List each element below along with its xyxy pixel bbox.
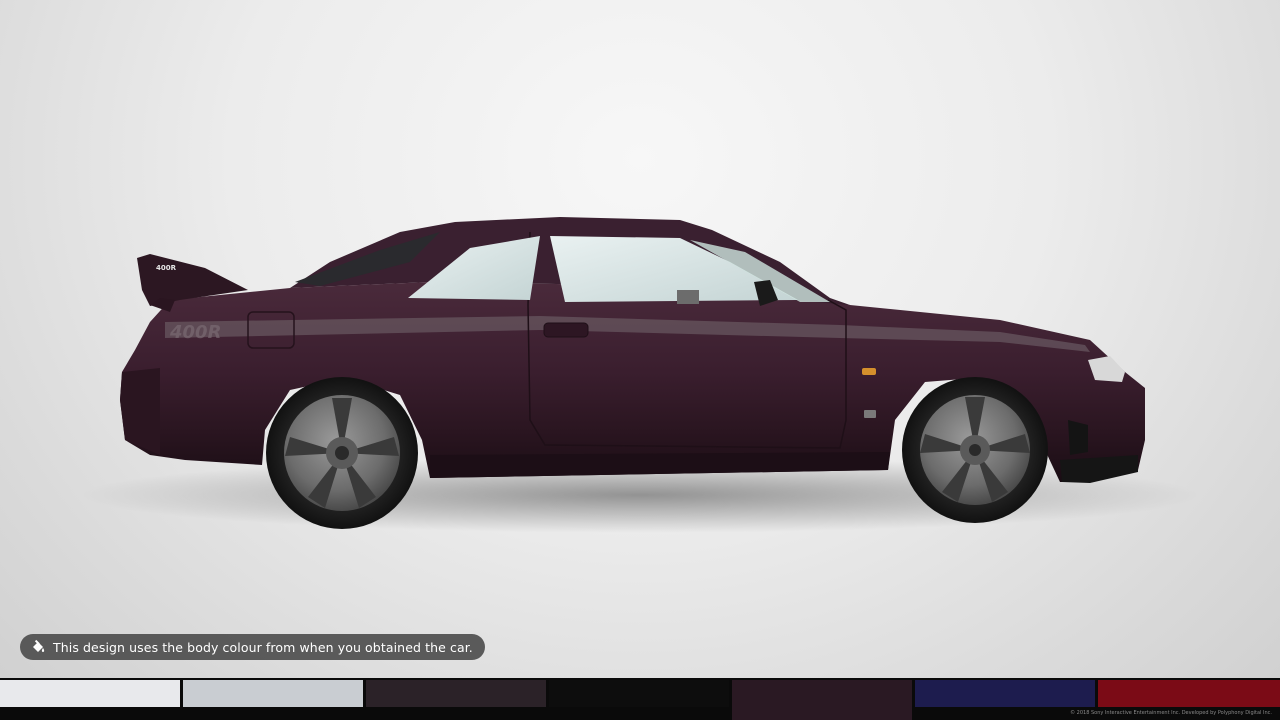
swatch-silver[interactable] — [183, 680, 363, 707]
paint-bucket-icon — [33, 639, 45, 652]
rear-wheel — [266, 377, 418, 529]
spoiler-badge: 400R — [156, 264, 177, 272]
body-colour-notice: This design uses the body colour from wh… — [20, 634, 485, 660]
swatch-black[interactable] — [549, 680, 729, 707]
body-colour-notice-text: This design uses the body colour from wh… — [53, 639, 473, 655]
car-preview: 400R 400R — [80, 217, 1200, 533]
swatch-midnight-purple[interactable] — [732, 680, 912, 720]
swatch-navy-blue[interactable] — [915, 680, 1095, 707]
car-preview-stage: 400R 400R This design uses the body colo… — [0, 0, 1280, 720]
front-wheel — [902, 377, 1048, 523]
swatch-dark-purple-grey[interactable] — [366, 680, 546, 707]
colour-swatch-bar: © 2018 Sony Interactive Entertainment In… — [0, 678, 1280, 720]
swatch-red[interactable] — [1098, 680, 1280, 707]
side-decal: 400R — [169, 322, 221, 343]
swatch-white[interactable] — [0, 680, 180, 707]
copyright-text: © 2018 Sony Interactive Entertainment In… — [1070, 710, 1272, 716]
